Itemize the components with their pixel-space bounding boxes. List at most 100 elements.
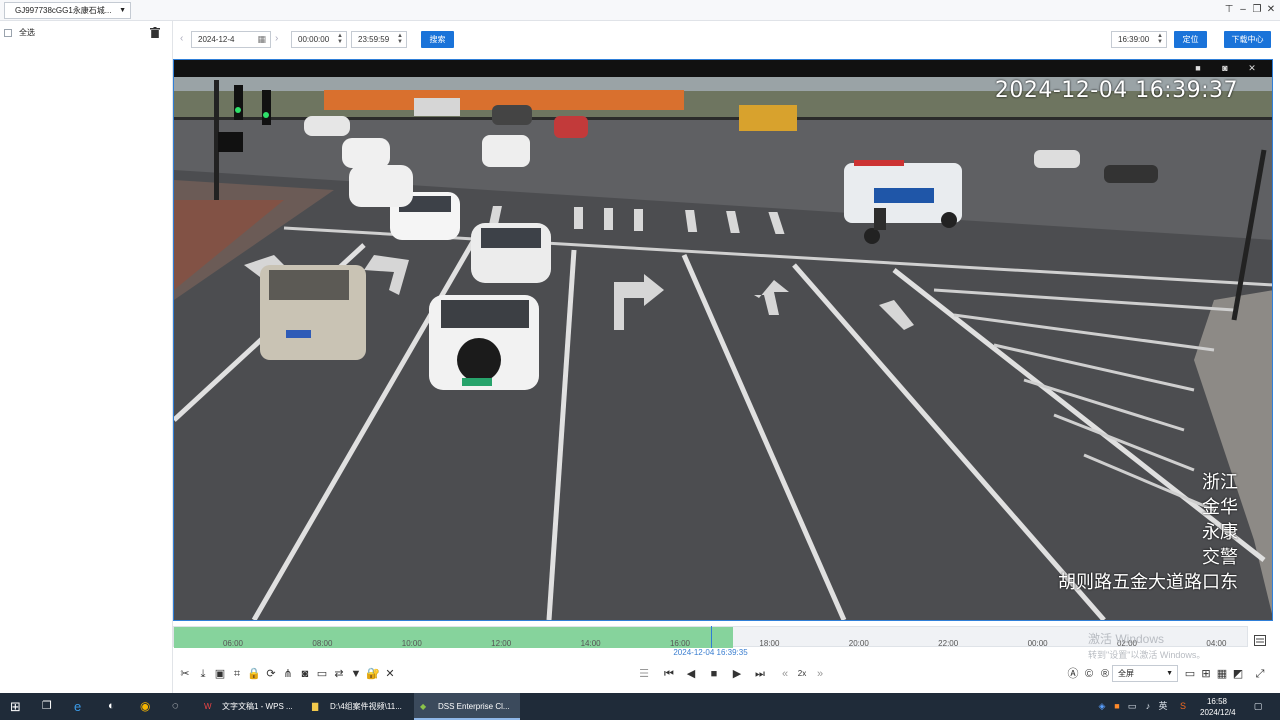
fast-icon[interactable]: » <box>813 667 827 681</box>
mode-a-icon[interactable]: Ⓐ <box>1066 667 1080 681</box>
skip-end-icon[interactable]: ⏭ <box>753 667 767 681</box>
tray-volume-icon[interactable]: ♪ <box>1142 700 1154 712</box>
prev-day-icon[interactable]: ‹ <box>180 33 183 44</box>
app-icon[interactable]: ◌ <box>172 693 179 720</box>
mode-c-icon[interactable]: © <box>1082 667 1096 681</box>
activation-watermark-sub: 转到"设置"以激活 Windows。 <box>1088 650 1206 660</box>
trash-icon[interactable] <box>150 27 160 38</box>
crop-icon[interactable]: ⌗ <box>230 667 244 681</box>
device-select[interactable]: GJ997738cGG1永康石城... ▼ <box>4 2 131 19</box>
recycle-icon[interactable]: ⟳ <box>264 667 278 681</box>
timeline-tick-label: 06:00 <box>222 639 244 648</box>
next-day-icon[interactable]: › <box>275 33 278 44</box>
select-all-checkbox[interactable] <box>4 29 12 37</box>
layout-9-icon[interactable]: ▦ <box>1215 667 1229 681</box>
osd-line: 金华 <box>1202 497 1238 518</box>
windows-start-icon[interactable]: ⊞ <box>10 693 21 720</box>
restore-icon[interactable]: ❐ <box>1250 3 1264 17</box>
taskbar-app-dss[interactable]: ◆ DSS Enterprise Cl... <box>414 693 520 720</box>
osd-location: 浙江 金华 永康 交警 胡则路五金大道路口东 <box>1058 470 1238 595</box>
skip-start-icon[interactable]: ⏮ <box>662 667 676 681</box>
timeline-tick-label: 20:00 <box>848 639 869 648</box>
video-player[interactable]: ■ ◙ ✕ 2024-12-04 16:39:37 浙江 金华 永康 交警 胡则… <box>173 59 1273 621</box>
padlock-icon[interactable]: 🔐 <box>366 667 380 681</box>
chrome-icon[interactable]: ◉ <box>140 693 150 720</box>
monitor-icon[interactable]: ▭ <box>315 667 329 681</box>
mode-r-icon[interactable]: ® <box>1098 667 1112 681</box>
camera-icon[interactable]: ◙ <box>298 667 312 681</box>
tray-app-icon[interactable]: ■ <box>1111 700 1123 712</box>
slow-icon[interactable]: « <box>778 667 792 681</box>
sync-icon[interactable]: ⇄ <box>332 667 346 681</box>
speed-label: 2x <box>797 669 807 678</box>
close-icon[interactable]: ✕ <box>383 667 397 681</box>
start-time-field[interactable]: 00:00:00 ▲ ▼ <box>291 31 347 48</box>
chevron-down-icon: ▼ <box>1166 670 1173 677</box>
list-icon[interactable]: ☰ <box>637 667 651 681</box>
layout-1-icon[interactable]: ▭ <box>1183 667 1197 681</box>
edit-layout-icon[interactable]: ◩ <box>1231 667 1245 681</box>
timeline-tick-label: 08:00 <box>312 639 333 648</box>
pin-icon[interactable]: ⊤ <box>1222 3 1236 17</box>
record-icon[interactable]: ■ <box>1192 63 1204 73</box>
timeline-tick-label: 04:00 <box>1206 639 1227 648</box>
tray-network-icon[interactable]: ▭ <box>1126 700 1138 712</box>
clock[interactable]: 16:58 2024/12/4 <box>1200 696 1236 723</box>
dropdown-icon[interactable]: ▼ <box>349 667 363 681</box>
play-icon[interactable]: ▶ <box>730 667 744 681</box>
lock-icon[interactable]: 🔒 <box>247 667 261 681</box>
snapshot-icon[interactable]: ◙ <box>1219 63 1231 73</box>
close-icon[interactable]: ✕ <box>1264 3 1278 17</box>
osd-line: 浙江 <box>1202 472 1238 493</box>
timeline-tick-label: 10:00 <box>401 639 422 648</box>
layout-4-icon[interactable]: ⊞ <box>1199 667 1213 681</box>
timeline-tick-label: 22:00 <box>938 639 959 648</box>
notification-icon[interactable]: ▢ <box>1252 700 1264 712</box>
chat-icon[interactable]: ◐ <box>108 693 115 720</box>
timeline-settings-icon[interactable] <box>1254 635 1266 646</box>
spinner-icon[interactable]: ▲ ▼ <box>1157 33 1163 45</box>
clip-icon[interactable]: ✂ <box>178 667 192 681</box>
locate-button[interactable]: 定位 <box>1174 31 1207 48</box>
timeline-cursor[interactable] <box>710 626 712 648</box>
stop-icon[interactable]: ■ <box>707 667 721 681</box>
minimize-icon[interactable]: – <box>1236 3 1250 17</box>
timeline-current-time: 2024-12-04 16:39:35 <box>673 648 748 657</box>
taskbar-app-label: 文字文稿1 - WPS ... <box>222 702 293 711</box>
taskbar-app-label: D:\4组案件视频\11... <box>330 702 402 711</box>
playback-timeline[interactable]: 06:00 08:00 10:00 12:00 14:00 16:00 18:00 20:00… <box>173 626 1248 658</box>
spinner-icon[interactable]: ▲ ▼ <box>397 33 403 45</box>
video-icon[interactable]: ▣ <box>213 667 227 681</box>
device-select-label: GJ997738cGG1永康石城... <box>15 6 112 15</box>
activation-watermark: 激活 Windows <box>1088 632 1165 646</box>
share-icon[interactable]: ⋔ <box>281 667 295 681</box>
date-value: 2024-12-4 <box>198 35 235 44</box>
locate-time-value: 16:39:00 <box>1118 35 1150 44</box>
locate-time-field[interactable]: 16:39:00 ▲ ▼ <box>1111 31 1167 48</box>
edge-icon[interactable]: e <box>74 693 81 720</box>
timeline-tick-label: 14:00 <box>580 639 601 648</box>
tray-shield-icon[interactable]: ◈ <box>1096 700 1108 712</box>
search-button[interactable]: 搜索 <box>421 31 454 48</box>
task-view-icon[interactable]: ❐ <box>42 693 52 720</box>
video-titlebar: ■ ◙ ✕ <box>174 60 1272 77</box>
spinner-icon[interactable]: ▲ ▼ <box>337 33 343 45</box>
recorded-segment <box>174 627 733 648</box>
step-back-icon[interactable]: ◀ <box>684 667 698 681</box>
download-center-button[interactable]: 下载中心 <box>1224 31 1271 48</box>
calendar-icon[interactable]: ▦ <box>257 32 266 47</box>
date-field[interactable]: 2024-12-4 ▦ <box>191 31 271 48</box>
taskbar-app-explorer[interactable]: ▇ D:\4组案件视频\11... <box>306 693 412 720</box>
windows-taskbar: ⊞ ❐ e ◐ ◉ ◌ W 文字文稿1 - WPS ... ▇ D:\4组案件视… <box>0 693 1280 720</box>
fullscreen-select[interactable]: 全屏 ▼ <box>1112 665 1178 682</box>
ime-label[interactable]: 英 <box>1157 700 1169 712</box>
timeline-tick-label: 00:00 <box>1027 639 1048 648</box>
end-time-value: 23:59:59 <box>358 35 390 44</box>
tray-s-icon[interactable]: S <box>1177 700 1189 712</box>
close-video-icon[interactable]: ✕ <box>1246 63 1258 73</box>
download-icon[interactable]: ⤓ <box>196 667 210 681</box>
end-time-field[interactable]: 23:59:59 ▲ ▼ <box>351 31 407 48</box>
clock-date: 2024/12/4 <box>1200 708 1236 717</box>
taskbar-app-wps[interactable]: W 文字文稿1 - WPS ... <box>198 693 304 720</box>
maximize-icon[interactable]: ⤢ <box>1253 667 1267 681</box>
